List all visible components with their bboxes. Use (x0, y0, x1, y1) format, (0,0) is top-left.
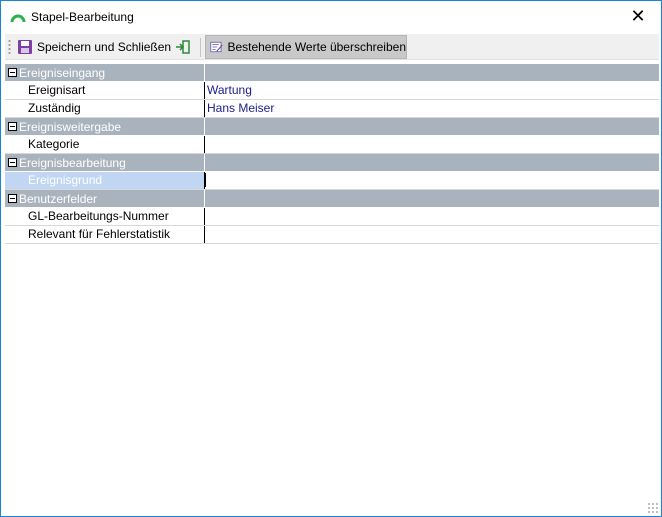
app-logo-icon (10, 14, 26, 23)
overwrite-existing-values-toggle[interactable]: Bestehende Werte überschreiben (205, 35, 407, 59)
category-label: Ereignisweitergabe (19, 120, 122, 134)
property-value[interactable] (204, 136, 659, 153)
overwrite-existing-values-label: Bestehende Werte überschreiben (227, 40, 406, 54)
property-row-zustaendig[interactable]: Zuständig Hans Meiser (5, 100, 659, 118)
property-value[interactable] (204, 208, 659, 225)
property-value-editor[interactable] (204, 172, 659, 189)
title-bar[interactable]: Stapel-Bearbeitung ✕ (1, 1, 661, 32)
category-label: Ereigniseingang (19, 66, 106, 80)
property-row-ereignisart[interactable]: Ereignisart Wartung (5, 82, 659, 100)
property-grid: Ereigniseingang Ereignisart Wartung Zust… (5, 64, 659, 246)
property-name: Kategorie (28, 137, 80, 151)
collapse-icon[interactable] (8, 122, 17, 131)
category-value-cell (204, 190, 659, 208)
close-icon: ✕ (630, 6, 646, 27)
save-and-close-button[interactable]: Speichern und Schließen (17, 35, 173, 59)
property-row-relevant-fuer-fehlerstatistik[interactable]: Relevant für Fehlerstatistik (5, 226, 659, 244)
category-value-cell (204, 118, 659, 136)
property-name: Ereignisart (28, 83, 86, 97)
toolbar-separator (200, 38, 201, 57)
collapse-icon[interactable] (8, 194, 17, 203)
save-disk-icon (18, 40, 32, 54)
property-row-gl-bearbeitungs-nummer[interactable]: GL-Bearbeitungs-Nummer (5, 208, 659, 226)
category-row-ereignisbearbeitung[interactable]: Ereignisbearbeitung (5, 154, 659, 172)
category-value-cell (204, 154, 659, 172)
property-row-kategorie[interactable]: Kategorie (5, 136, 659, 154)
property-value[interactable]: Hans Meiser (204, 100, 659, 117)
close-button[interactable]: ✕ (615, 1, 661, 32)
property-name: Relevant für Fehlerstatistik (28, 227, 171, 241)
exit-button[interactable] (173, 35, 193, 59)
category-row-ereigniseingang[interactable]: Ereigniseingang (5, 64, 659, 82)
batch-edit-window: Stapel-Bearbeitung ✕ Speichern und Schli… (0, 0, 662, 517)
category-value-cell (204, 64, 659, 82)
property-value[interactable] (204, 226, 659, 243)
property-name: Zuständig (28, 101, 81, 115)
save-and-close-label: Speichern und Schließen (37, 40, 172, 54)
collapse-icon[interactable] (8, 68, 17, 77)
category-row-ereignisweitergabe[interactable]: Ereignisweitergabe (5, 118, 659, 136)
window-title: Stapel-Bearbeitung (31, 10, 134, 24)
edit-form-icon (210, 41, 223, 53)
property-name: Ereignisgrund (5, 172, 204, 189)
toolbar: Speichern und Schließen Bestehende Werte… (5, 34, 659, 60)
property-name: GL-Bearbeitungs-Nummer (28, 209, 169, 223)
category-row-benutzerfelder[interactable]: Benutzerfelder (5, 190, 659, 208)
property-value[interactable]: Wartung (204, 82, 659, 99)
property-row-ereignisgrund[interactable]: Ereignisgrund (5, 172, 659, 190)
resize-grip-icon[interactable] (647, 502, 658, 513)
category-label: Benutzerfelder (19, 192, 98, 206)
toolbar-grip-icon[interactable] (8, 39, 11, 56)
collapse-icon[interactable] (8, 158, 17, 167)
category-label: Ereignisbearbeitung (19, 156, 126, 170)
exit-door-icon (176, 40, 190, 54)
